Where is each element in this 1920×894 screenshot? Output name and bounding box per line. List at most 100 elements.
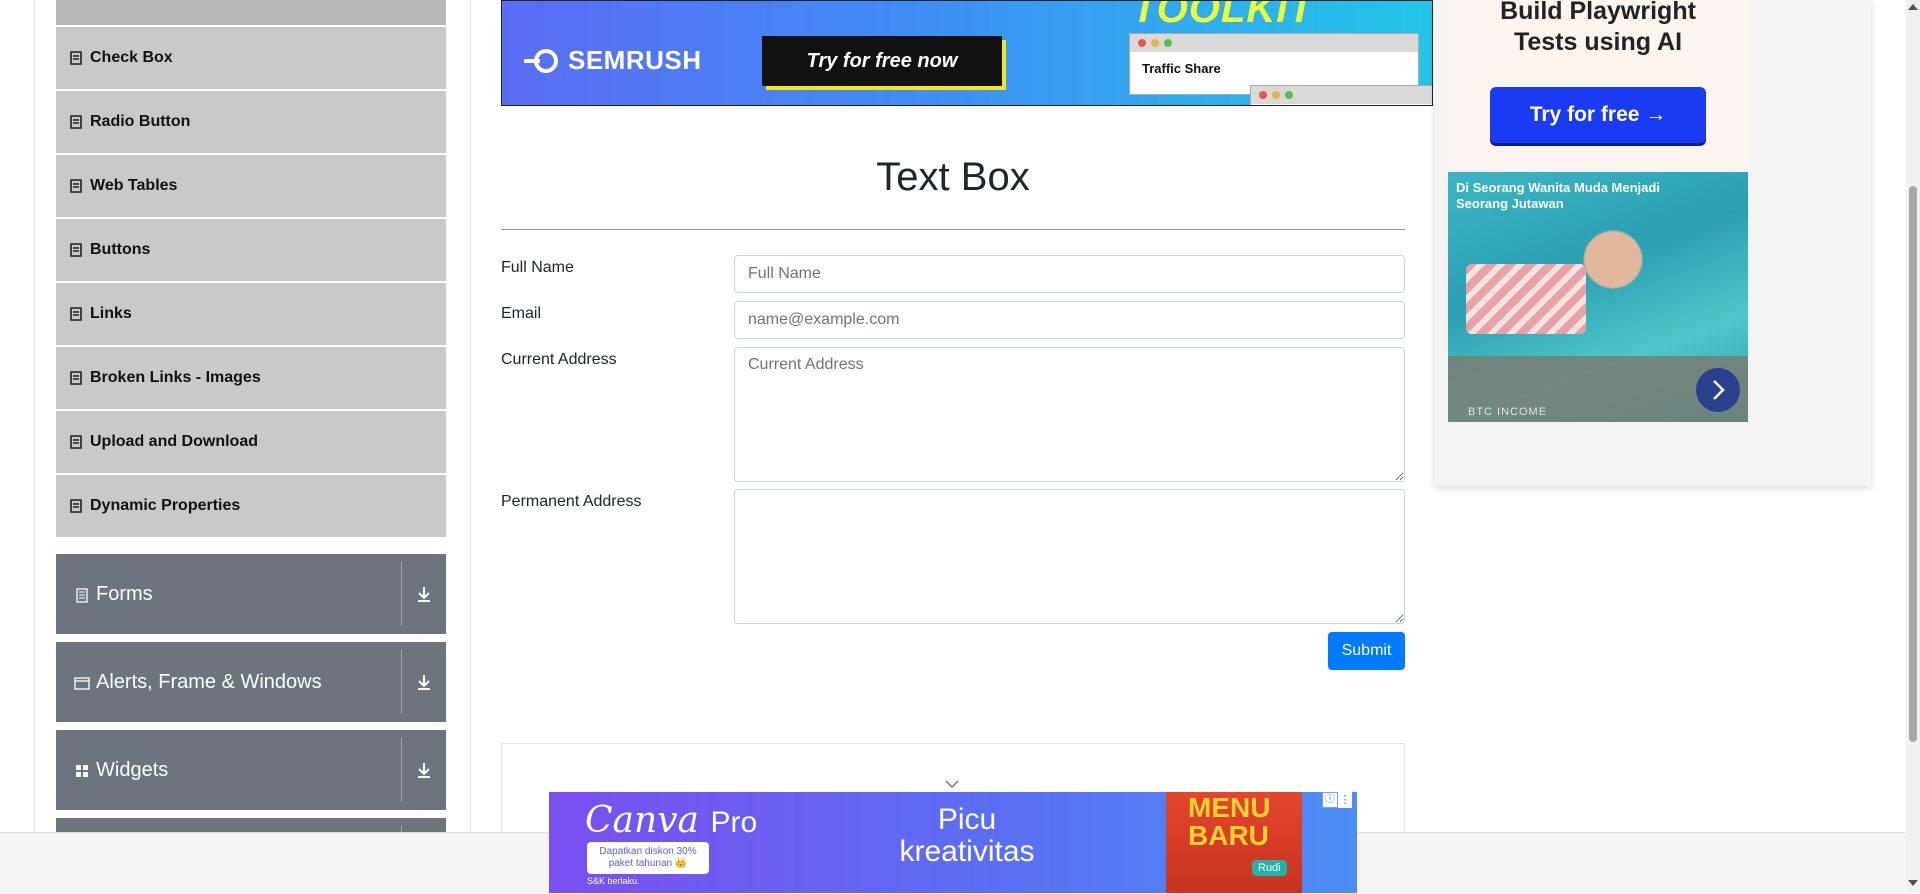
group-alerts-frame-windows[interactable]: Alerts, Frame & Windows — [56, 642, 446, 722]
current-address-label: Current Address — [501, 351, 617, 368]
sidebar-item-upload-download[interactable]: Upload and Download — [56, 411, 446, 473]
email-label: Email — [501, 305, 542, 322]
download-arrow-icon[interactable] — [412, 582, 436, 606]
sidebar-item-label: Buttons — [90, 241, 151, 258]
group-divider — [401, 738, 402, 802]
window-titlebar — [1130, 34, 1418, 52]
playwright-ad[interactable]: Build Playwright Tests using AI Try for … — [1434, 0, 1871, 486]
sidebar-item-label: Upload and Download — [90, 433, 258, 450]
form-icon — [74, 586, 90, 603]
file-icon — [70, 371, 82, 385]
food-image: MENU BARU Rudi — [1166, 792, 1302, 893]
group-divider — [401, 562, 402, 626]
sidebar-item-radio-button[interactable]: Radio Button — [56, 91, 446, 153]
sponsored-photo[interactable]: Di Seorang Wanita Muda Menjadi Seorang J… — [1448, 172, 1748, 422]
file-icon — [70, 499, 82, 513]
group-forms[interactable]: Forms — [56, 554, 446, 634]
ad-info-icon[interactable]: ⓘ — [1322, 792, 1338, 808]
current-address-textarea[interactable] — [734, 347, 1405, 482]
page-title: Text Box — [876, 155, 1030, 199]
maximize-dot-icon — [1164, 39, 1172, 47]
window-titlebar — [1251, 86, 1432, 104]
file-icon — [70, 307, 82, 321]
sidebar-item-buttons[interactable]: Buttons — [56, 219, 446, 281]
traffic-share-label: Traffic Share — [1142, 61, 1221, 76]
full-name-label: Full Name — [501, 259, 574, 276]
minimize-dot-icon — [1151, 39, 1159, 47]
canva-pro: Pro — [710, 806, 758, 839]
sidebar-item-web-tables[interactable]: Web Tables — [56, 155, 446, 217]
chevron-down-icon[interactable] — [944, 776, 960, 789]
sidebar-item-label: Dynamic Properties — [90, 497, 241, 514]
canva-discount-pill: Dapatkan diskon 30% paket tahunan 👑 — [587, 842, 709, 874]
sidebar-item-label: Links — [90, 305, 132, 322]
title-divider — [501, 229, 1405, 230]
scroll-down-arrow-icon[interactable] — [1908, 880, 1918, 886]
sidebar-item-check-box[interactable]: Check Box — [56, 27, 446, 89]
sidebar-item-text-box[interactable] — [56, 0, 446, 25]
sidebar-item-label: Broken Links - Images — [90, 369, 261, 386]
file-icon — [70, 243, 82, 257]
download-arrow-icon[interactable] — [412, 758, 436, 782]
next-arrow-button[interactable] — [1696, 368, 1740, 412]
try-for-free-button[interactable]: Try for free → — [1490, 87, 1706, 143]
sponsored-caption: Di Seorang Wanita Muda Menjadi Seorang J… — [1456, 180, 1660, 211]
money-stack-image — [1466, 264, 1586, 334]
semrush-brand-text: SEMRUSH — [568, 45, 702, 75]
sidebar-right-border — [470, 0, 471, 893]
ad-options-icon[interactable]: ⋮ — [1338, 792, 1352, 808]
group-divider — [401, 650, 402, 714]
file-icon — [70, 51, 82, 65]
menu-baru-text: MENU BARU — [1188, 792, 1271, 851]
canva-terms: S&K berlaku. — [587, 876, 640, 886]
playwright-ad-title: Build Playwright Tests using AI — [1448, 0, 1748, 58]
canva-brand: Canva — [585, 800, 699, 841]
sidebar-item-label: Radio Button — [90, 113, 191, 130]
scroll-up-arrow-icon[interactable] — [1908, 4, 1918, 10]
scrollbar-thumb[interactable] — [1909, 186, 1917, 742]
sidebar-item-links[interactable]: Links — [56, 283, 446, 345]
canva-headline: Picu kreativitas — [867, 804, 1067, 868]
try-free-now-button[interactable]: Try for free now — [762, 36, 1002, 86]
sidebar-left-border — [34, 0, 35, 893]
group-widgets[interactable]: Widgets — [56, 730, 446, 810]
canva-logo: Canva Pro — [585, 800, 757, 841]
headline-line: kreativitas — [899, 835, 1035, 868]
group-label: Alerts, Frame & Windows — [96, 670, 322, 693]
window-icon — [74, 674, 90, 690]
semrush-logo: SEMRUSH — [522, 45, 702, 76]
permanent-address-textarea[interactable] — [734, 489, 1405, 624]
sidebar-item-broken-links[interactable]: Broken Links - Images — [56, 347, 446, 409]
ad-title-line: Tests using AI — [1513, 28, 1683, 56]
elements-menu-list: Check Box Radio Button Web Tables Button… — [56, 0, 446, 539]
canva-ad-banner[interactable]: Canva Pro Dapatkan diskon 30% paket tahu… — [549, 792, 1357, 893]
widgets-icon — [74, 762, 90, 778]
file-icon — [70, 435, 82, 449]
sidebar-item-dynamic-properties[interactable]: Dynamic Properties — [56, 475, 446, 537]
minimize-dot-icon — [1272, 91, 1280, 99]
ad-title-line: Build Playwright — [1500, 0, 1696, 25]
sidebar-item-label: Web Tables — [90, 177, 178, 194]
close-dot-icon — [1138, 39, 1146, 47]
full-name-input[interactable] — [734, 255, 1405, 293]
download-arrow-icon[interactable] — [412, 670, 436, 694]
sidebar: Check Box Radio Button Web Tables Button… — [0, 0, 471, 893]
permanent-address-label: Permanent Address — [501, 493, 642, 510]
email-input[interactable] — [734, 301, 1405, 339]
semrush-ad-banner[interactable]: SEMRUSH Try for free now TOOLKIT Traffic… — [501, 0, 1433, 106]
sidebar-item-label: Check Box — [90, 49, 173, 66]
toolkit-headline: TOOLKIT — [1132, 0, 1314, 31]
file-icon — [70, 115, 82, 129]
submit-button[interactable]: Submit — [1328, 632, 1405, 670]
headline-line: Picu — [937, 803, 997, 836]
maximize-dot-icon — [1285, 91, 1293, 99]
file-icon — [70, 179, 82, 193]
ad-window-mockup-2 — [1250, 85, 1432, 105]
group-label: Forms — [96, 582, 153, 605]
sponsor-source: BTC INCOME — [1468, 406, 1548, 418]
chevron-right-icon — [1713, 380, 1725, 400]
group-label: Widgets — [96, 758, 169, 781]
rudi-tag: Rudi — [1252, 860, 1287, 876]
semrush-flame-icon — [522, 48, 562, 74]
close-dot-icon — [1259, 91, 1267, 99]
